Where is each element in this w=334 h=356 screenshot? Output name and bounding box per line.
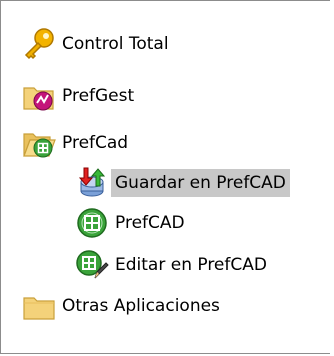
tree-item-otras-aplicaciones[interactable]: Otras Aplicaciones: [20, 286, 224, 326]
tree-item-label: Otras Aplicaciones: [62, 296, 220, 316]
tree-item-prefcad-folder[interactable]: PrefCad: [20, 123, 132, 163]
folder-icon: [20, 287, 58, 325]
tree-item-prefcad-app[interactable]: PrefCAD: [73, 203, 189, 243]
folder-prefgest-icon: [20, 77, 58, 115]
tree-item-guardar-en-prefcad[interactable]: Guardar en PrefCAD: [73, 163, 290, 203]
key-icon: [20, 25, 58, 63]
save-prefcad-icon: [73, 164, 111, 202]
tree-item-label: Guardar en PrefCAD: [111, 169, 290, 197]
tree-item-prefgest[interactable]: PrefGest: [20, 76, 138, 116]
tree-item-label: PrefCAD: [115, 213, 185, 233]
tree-item-label: PrefGest: [62, 86, 135, 106]
tree-item-editar-en-prefcad[interactable]: Editar en PrefCAD: [73, 245, 271, 285]
folder-open-prefcad-icon: [20, 124, 58, 162]
edit-prefcad-icon: [73, 246, 111, 284]
tree-item-label: Control Total: [62, 34, 169, 54]
prefcad-app-icon: [73, 204, 111, 242]
tree-item-control-total[interactable]: Control Total: [20, 24, 173, 64]
tree-item-label: PrefCad: [62, 133, 129, 153]
application-tree: Control Total PrefGest PrefCad Guardar e…: [0, 0, 334, 356]
tree-item-label: Editar en PrefCAD: [115, 255, 267, 275]
